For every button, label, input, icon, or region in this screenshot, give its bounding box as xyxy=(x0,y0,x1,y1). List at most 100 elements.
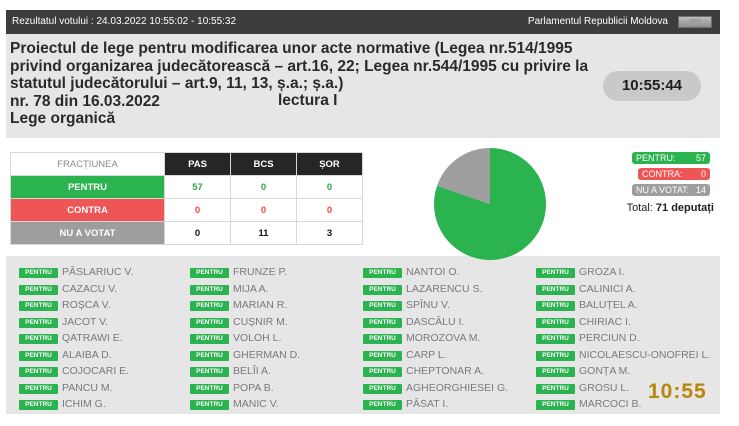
faction-bcs-header: BCS xyxy=(230,152,297,176)
cell-value: 0 xyxy=(296,198,363,222)
deputy-name: JACOT V. xyxy=(62,315,109,328)
faction-sor-header: ȘOR xyxy=(296,152,363,176)
vote-tag: PENTRU xyxy=(536,301,575,311)
reading-label: lectura I xyxy=(278,92,338,109)
vote-tag: PENTRU xyxy=(190,400,229,410)
results-panel: FRACȚIUNEA PAS BCS ȘOR PENTRU 57 0 0 CON… xyxy=(6,138,720,260)
vote-tag: PENTRU xyxy=(363,334,402,344)
vote-tag: PENTRU xyxy=(536,350,575,361)
table-row: NU A VOTAT 0 11 3 xyxy=(10,221,363,245)
deputy-name: LAZARENCU S. xyxy=(406,282,483,295)
cell-value: 3 xyxy=(296,221,363,245)
vote-tag: PENTRU xyxy=(363,383,402,394)
cell-value: 11 xyxy=(230,221,297,245)
bill-title-line-3: statutul judecătorului – art.9, 11, 13, … xyxy=(10,75,344,92)
deputy-name: CUȘNIR M. xyxy=(233,315,288,328)
vote-tag: PENTRU xyxy=(190,284,229,295)
table-row: PENTRU 57 0 0 xyxy=(10,175,363,199)
deputy-name: BALUȚEL A. xyxy=(579,299,638,311)
vote-tag: PENTRU xyxy=(536,317,575,328)
cell-value: 57 xyxy=(164,175,231,199)
legend-pentru-label: PENTRU: xyxy=(636,153,676,163)
vote-tag: PENTRU xyxy=(363,367,402,377)
deputy-name: DASCĂLU I. xyxy=(406,315,465,328)
vote-session-info: Rezultatul votului : 24.03.2022 10:55:02… xyxy=(12,16,237,27)
flag-icon xyxy=(678,16,712,28)
faction-header: FRACȚIUNEA xyxy=(10,152,165,176)
bill-title-line-2: privind organizarea judecătorească – art… xyxy=(10,57,589,75)
deputy-name: CALINICI A. xyxy=(579,282,636,295)
legend-contra-value: 0 xyxy=(700,169,706,179)
cell-value: 0 xyxy=(164,198,231,222)
row-label-contra: CONTRA xyxy=(10,198,165,222)
deputy-name: BELÎI A. xyxy=(233,365,271,377)
deputy-name: CARP L. xyxy=(406,348,447,361)
deputy-name: VOLOH L. xyxy=(233,332,282,344)
vote-tag: PENTRU xyxy=(19,334,58,344)
deputy-name: NANTOI O. xyxy=(406,266,460,278)
legend-pentru-value: 57 xyxy=(695,153,706,163)
deputy-name: PANCU M. xyxy=(62,381,113,394)
legend-pentru: PENTRU: 57 xyxy=(632,152,710,164)
cell-value: 0 xyxy=(230,175,297,199)
vote-tag: PENTRU xyxy=(536,284,575,295)
minute-clock: 10:55 xyxy=(648,380,707,403)
deputy-name: CAZACU V. xyxy=(62,282,118,295)
vote-tag: PENTRU xyxy=(536,367,575,377)
vote-tag: PENTRU xyxy=(363,268,402,278)
deputy-name: MARCOCI B. xyxy=(579,398,642,410)
legend-nuvot-value: 14 xyxy=(695,185,706,195)
vote-screen: Rezultatul votului : 24.03.2022 10:55:02… xyxy=(6,10,720,414)
vote-tag: PENTRU xyxy=(19,383,58,394)
deputy-name: COJOCARI E. xyxy=(62,365,130,377)
parliament-name: Parlamentul Republicii Moldova xyxy=(527,16,668,27)
deputy-name: ROȘCA V. xyxy=(62,299,111,311)
cell-value: 0 xyxy=(164,221,231,245)
table-row: CONTRA 0 0 0 xyxy=(10,198,363,222)
vote-tag: PENTRU xyxy=(190,367,229,377)
vote-tag: PENTRU xyxy=(19,367,58,377)
bill-title-line-1: Proiectul de lege pentru modificarea uno… xyxy=(10,40,573,57)
vote-tag: PENTRU xyxy=(190,301,229,311)
deputy-name: FRUNZE P. xyxy=(233,266,288,278)
legend-contra: CONTRA: 0 xyxy=(638,168,710,180)
deputy-name: QATRAWI E. xyxy=(62,332,123,344)
vote-tag: PENTRU xyxy=(19,350,58,361)
current-time-clock: 10:55:44 xyxy=(603,71,701,101)
vote-tag: PENTRU xyxy=(190,268,229,278)
vote-tag: PENTRU xyxy=(363,284,402,295)
deputy-name: GONȚA M. xyxy=(579,365,631,377)
vote-tag: PENTRU xyxy=(19,400,58,410)
deputy-name: ALAIBA D. xyxy=(62,348,112,361)
deputy-name: CHIRIAC I. xyxy=(579,315,631,328)
vote-tag: PENTRU xyxy=(536,383,575,394)
deputy-name: GHERMAN D. xyxy=(233,348,301,361)
vote-tag: PENTRU xyxy=(363,301,402,311)
deputy-name: PÂSAT I. xyxy=(406,398,449,410)
deputy-name: GROSU L. xyxy=(579,381,630,394)
vote-tag: PENTRU xyxy=(19,301,58,311)
row-label-pentru: PENTRU xyxy=(10,175,165,199)
vote-tag: PENTRU xyxy=(536,334,575,344)
deputy-name: AGHEORGHIESEI G. xyxy=(406,381,509,394)
total-deputies: Total: 71 deputați xyxy=(627,202,714,214)
vote-tag: PENTRU xyxy=(363,400,402,410)
vote-tag: PENTRU xyxy=(536,268,575,278)
deputy-name: PERCIUN D. xyxy=(579,332,640,344)
law-type: Lege organică xyxy=(10,110,116,127)
deputy-name: MANIC V. xyxy=(233,398,279,410)
deputy-name: POPA B. xyxy=(233,381,274,394)
cell-value: 0 xyxy=(230,198,297,222)
deputy-name: PÂSLARIUC V. xyxy=(62,266,134,278)
row-label-nu-a-votat: NU A VOTAT xyxy=(10,221,165,245)
faction-results-table: FRACȚIUNEA PAS BCS ȘOR PENTRU 57 0 0 CON… xyxy=(10,152,363,245)
vote-tag: PENTRU xyxy=(190,317,229,328)
deputy-name: MARIAN R. xyxy=(233,299,288,311)
vote-tag: PENTRU xyxy=(363,317,402,328)
vote-tag: PENTRU xyxy=(190,383,229,394)
total-label: Total: xyxy=(626,202,653,214)
vote-tag: PENTRU xyxy=(536,400,575,410)
legend-contra-label: CONTRA: xyxy=(642,169,683,179)
deputy-name: CHEPTONAR A. xyxy=(406,365,484,377)
total-value: 71 deputați xyxy=(655,202,714,214)
